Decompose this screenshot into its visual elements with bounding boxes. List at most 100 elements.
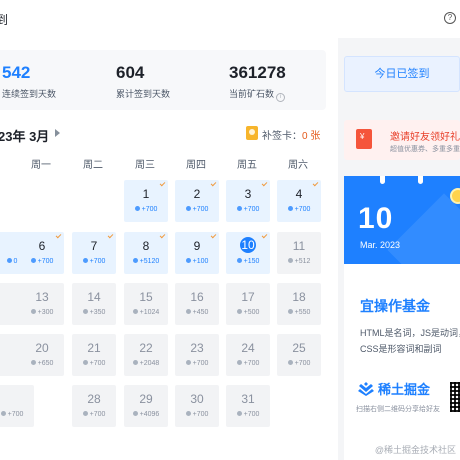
brand-name: 稀土掘金 [378, 382, 431, 397]
calendar-day-cell[interactable]: 29 +4096 [124, 385, 168, 427]
day-number: 24 [241, 341, 255, 355]
invite-title: 邀请好友领好礼 [390, 132, 460, 143]
day-reward: +150 [226, 258, 270, 265]
day-number: 10 [240, 237, 256, 253]
month-label: 23年 3月 [0, 129, 50, 144]
calendar-day-cell[interactable]: 17 +500 [226, 283, 270, 325]
calendar-day-cell[interactable]: 28 +700 [72, 385, 116, 427]
day-reward: +450 [175, 309, 219, 316]
calendar-day-cell[interactable]: 24 +700 [226, 334, 270, 376]
calendar-day-cell[interactable]: 10 +150 [226, 232, 270, 274]
ore-icon [132, 360, 138, 365]
reward-points: +4096 [139, 411, 160, 418]
calendar-day-cell[interactable]: 15 +1024 [124, 283, 168, 325]
reward-points: +150 [243, 258, 260, 265]
reward-points: +300 [37, 309, 54, 316]
calendar-day-cell[interactable]: 6 +700 [20, 232, 64, 274]
makeup-card-text[interactable]: 补签卡：0 张 [262, 127, 320, 142]
coin-icon [450, 188, 460, 204]
ore-icon [236, 309, 242, 314]
day-reward: +350 [72, 309, 116, 316]
signed-check-icon [159, 232, 166, 239]
calendar-day-cell[interactable]: 8 +5120 [124, 232, 168, 274]
signed-check-icon [55, 232, 62, 239]
weekday-wed: 周三 [135, 160, 155, 171]
stat-ore-value: 361278 [229, 63, 286, 82]
day-reward: +650 [20, 360, 64, 367]
calendar-day-cell[interactable]: 3 +700 [226, 180, 270, 222]
qr-code [450, 382, 460, 412]
day-number: 21 [87, 341, 101, 355]
reward-points: +700 [7, 411, 24, 418]
reward-points: +700 [294, 360, 311, 367]
day-number: 23 [190, 341, 204, 355]
calendar-day-cell[interactable]: 25 +700 [277, 334, 321, 376]
help-icon[interactable]: ? [444, 12, 456, 24]
calendar-day-cell[interactable]: 14 +350 [72, 283, 116, 325]
ore-icon [236, 258, 242, 263]
info-icon[interactable]: i [276, 93, 286, 102]
day-reward: +700 [175, 360, 219, 367]
scan-hint: 扫描右侧二维码分享给好友 [356, 406, 440, 413]
day-number: 15 [139, 290, 153, 304]
calendar-day-cell[interactable]: 13 +300 [20, 283, 64, 325]
stat-total: 604 累计签到天数 [116, 64, 170, 100]
calendar-day-cell[interactable]: 30 +700 [175, 385, 219, 427]
reward-points: +5120 [139, 258, 160, 265]
reward-points: +650 [37, 360, 54, 367]
reward-points: +512 [294, 258, 311, 265]
day-reward: +700 [226, 360, 270, 367]
signin-panel: 542 连续签到天数 604 累计签到天数 361278 当前矿石数 i 23年 … [0, 38, 338, 460]
reward-points: +2048 [139, 360, 160, 367]
calendar-day-cell[interactable]: 23 +700 [175, 334, 219, 376]
calendar-day-cell[interactable]: +700 [0, 385, 34, 427]
calendar-day-cell[interactable]: 16 +450 [175, 283, 219, 325]
ore-icon [30, 360, 36, 365]
day-number: 30 [190, 392, 204, 406]
next-month-arrow-icon[interactable] [55, 129, 60, 137]
signed-check-icon [159, 180, 166, 187]
day-reward: +5120 [124, 258, 168, 265]
ore-icon [82, 411, 88, 416]
calendar-day-cell[interactable]: 20 +650 [20, 334, 64, 376]
day-reward: +1024 [124, 309, 168, 316]
day-reward: +700 [226, 411, 270, 418]
ore-icon [132, 411, 138, 416]
weekday-thu: 周四 [186, 160, 206, 171]
reward-points: +700 [89, 360, 106, 367]
ore-icon [185, 360, 191, 365]
calendar-day-cell[interactable]: 9 +100 [175, 232, 219, 274]
stat-total-value: 604 [116, 63, 145, 82]
invite-banner[interactable]: 邀请好友领好礼 超值优惠券、多重多重 [344, 120, 460, 160]
ore-icon [30, 258, 36, 263]
reward-points: +700 [89, 258, 106, 265]
day-reward: +700 [175, 411, 219, 418]
day-number: 31 [241, 392, 255, 406]
weekday-header: 周一 周二 周三 周四 周五 周六 [0, 156, 338, 171]
day-number: 4 [295, 187, 303, 201]
calendar-day-cell[interactable]: 18 +550 [277, 283, 321, 325]
calendar-day-cell[interactable]: 22 +2048 [124, 334, 168, 376]
calendar-day-cell[interactable]: 1 +700 [124, 180, 168, 222]
calendar-day-cell[interactable]: 4 +700 [277, 180, 321, 222]
calendar-day-cell[interactable]: 11 +512 [277, 232, 321, 274]
stat-total-label: 累计签到天数 [116, 89, 171, 99]
day-number: 22 [139, 341, 153, 355]
reward-points: +700 [89, 411, 106, 418]
fortune-card: 10 Mar. 2023 宜操作基金 HTML是名词，JS是动词， CSS是形容… [344, 176, 460, 460]
calendar-day-cell[interactable]: 7 +700 [72, 232, 116, 274]
signed-check-icon [210, 180, 217, 187]
signin-button[interactable]: 今日已签到 [344, 56, 460, 92]
day-number: 13 [35, 290, 49, 304]
binder-ring-icon [418, 176, 423, 184]
reward-points: +700 [192, 360, 209, 367]
stat-ore-label-row: 当前矿石数 i [229, 87, 286, 102]
ore-icon [287, 309, 293, 314]
calendar-day-cell[interactable]: 31 +700 [226, 385, 270, 427]
ore-icon [185, 206, 191, 211]
makeup-card-label: 补签卡： [262, 131, 302, 142]
day-number: 17 [241, 290, 255, 304]
calendar-day-cell[interactable]: 21 +700 [72, 334, 116, 376]
calendar-day-cell[interactable]: 2 +700 [175, 180, 219, 222]
invite-subtitle: 超值优惠券、多重多重 [390, 146, 460, 153]
